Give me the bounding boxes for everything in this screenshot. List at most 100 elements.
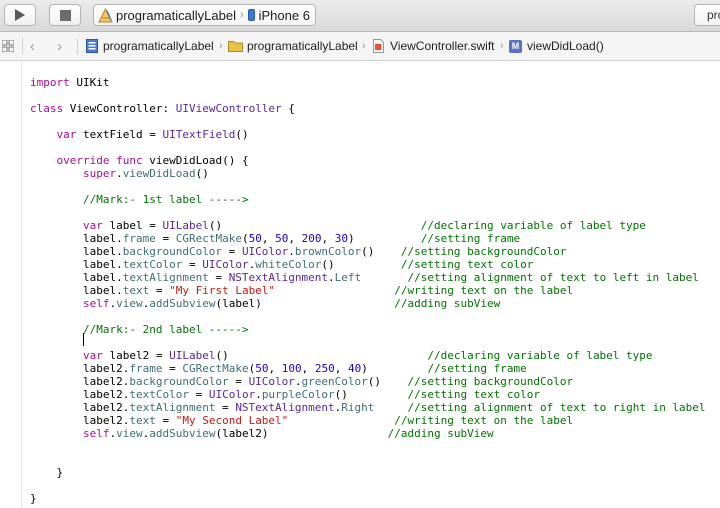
back-button[interactable]: ‹ bbox=[30, 32, 35, 60]
code-token: . bbox=[328, 271, 335, 284]
code-token: //setting text color bbox=[400, 258, 534, 271]
code-token: textField = bbox=[76, 128, 163, 141]
code-line: super.viewDidLoad() bbox=[30, 167, 706, 180]
code-token: , bbox=[288, 232, 302, 245]
code-token: , bbox=[321, 232, 335, 245]
code-token: () bbox=[208, 219, 421, 232]
breadcrumb-label: ViewController.swift bbox=[390, 39, 495, 53]
code-token: UIColor bbox=[241, 245, 289, 258]
divider bbox=[77, 38, 78, 54]
code-token: 30 bbox=[334, 232, 348, 245]
code-token: "My First Label" bbox=[169, 284, 276, 297]
breadcrumb-label: programaticallyLabel bbox=[103, 39, 214, 53]
run-button[interactable] bbox=[4, 4, 36, 26]
code-token: 250 bbox=[314, 362, 335, 375]
code-token: text bbox=[129, 414, 156, 427]
code-token: text bbox=[122, 284, 150, 297]
code-token: viewDidLoad bbox=[122, 167, 196, 180]
code-token: //declaring variable of label type bbox=[427, 349, 653, 362]
code-token: label. bbox=[30, 284, 123, 297]
play-icon bbox=[15, 9, 25, 21]
code-token: . bbox=[116, 167, 123, 180]
code-token: = bbox=[155, 414, 176, 427]
code-line: var textField = UITextField() bbox=[30, 128, 706, 141]
source-editor[interactable]: import UIKit class ViewController: UIVie… bbox=[0, 61, 720, 508]
code-token: } bbox=[30, 466, 64, 479]
breadcrumb-label: programaticallyLabel bbox=[247, 39, 358, 53]
code-token: //declaring variable of label type bbox=[420, 219, 646, 232]
code-token: //setting text color bbox=[407, 388, 540, 401]
code-token: UIKit bbox=[69, 76, 110, 89]
code-token: () bbox=[367, 375, 408, 388]
code-token: 50 bbox=[255, 362, 269, 375]
breadcrumb-project[interactable]: programaticallyLabel bbox=[86, 32, 214, 60]
code-token: () bbox=[361, 245, 401, 258]
forward-button[interactable]: › bbox=[57, 32, 62, 60]
code-line: label.textColor = UIColor.whiteColor() /… bbox=[30, 258, 706, 271]
stop-icon bbox=[60, 10, 71, 21]
code-token: ( bbox=[241, 232, 249, 245]
code-line: label2.textAlignment = NSTextAlignment.R… bbox=[30, 401, 706, 414]
code-token: textColor bbox=[129, 388, 189, 401]
breadcrumb-folder[interactable]: programaticallyLabel bbox=[228, 32, 358, 60]
code-token: textAlignment bbox=[129, 401, 216, 414]
code-token: label2. bbox=[30, 401, 130, 414]
code-token: = bbox=[155, 232, 176, 245]
code-line: label.backgroundColor = UIColor.brownCol… bbox=[30, 245, 706, 258]
code-token: label2. bbox=[30, 414, 130, 427]
code-token: Right bbox=[341, 401, 375, 414]
code-token: () bbox=[195, 167, 209, 180]
scheme-selector[interactable]: programaticallyLabel › iPhone 6 bbox=[93, 4, 316, 26]
stop-button[interactable] bbox=[49, 4, 81, 26]
code-token: textAlignment bbox=[122, 271, 209, 284]
code-token: func bbox=[116, 154, 143, 167]
code-token: () bbox=[321, 258, 401, 271]
code-token: //Mark:- 2nd label -----> bbox=[82, 323, 249, 336]
code-line: //Mark:- 2nd label -----> bbox=[30, 323, 706, 336]
device-name: iPhone 6 bbox=[258, 7, 310, 23]
code-token: UIColor bbox=[208, 388, 256, 401]
code-token: label2. bbox=[30, 388, 130, 401]
code-text[interactable]: import UIKit class ViewController: UIVie… bbox=[30, 76, 706, 505]
breadcrumb-file[interactable]: ViewController.swift bbox=[373, 32, 494, 60]
code-token: () bbox=[334, 388, 408, 401]
code-token: . bbox=[294, 375, 302, 388]
code-token: import bbox=[30, 76, 70, 89]
code-token: label2. bbox=[30, 375, 130, 388]
code-token: , bbox=[261, 232, 276, 245]
code-token: NSTextAlignment bbox=[235, 401, 335, 414]
code-token: label2 = bbox=[102, 349, 170, 362]
code-line: label2.textColor = UIColor.purpleColor()… bbox=[30, 388, 706, 401]
code-token: addSubview bbox=[149, 427, 216, 440]
code-token: 50 bbox=[275, 232, 289, 245]
code-token: //setting backgroundColor bbox=[407, 375, 574, 388]
code-line: class ViewController: UIViewController { bbox=[30, 102, 706, 115]
code-token: //Mark:- 1st label -----> bbox=[82, 193, 249, 206]
code-token: , bbox=[268, 362, 282, 375]
code-token: //setting alignment of text to right in … bbox=[407, 401, 706, 414]
code-token: , bbox=[301, 362, 315, 375]
code-token: . bbox=[288, 245, 295, 258]
code-token: () bbox=[215, 349, 428, 362]
code-token: viewDidLoad() { bbox=[142, 154, 249, 167]
code-token: } bbox=[30, 492, 37, 505]
folder-icon bbox=[228, 41, 243, 52]
breadcrumb-method[interactable]: M viewDidLoad() bbox=[509, 32, 604, 60]
code-token: ) bbox=[361, 362, 428, 375]
code-token: UILabel bbox=[169, 349, 216, 362]
code-line: label.frame = CGRectMake(50, 50, 200, 30… bbox=[30, 232, 706, 245]
status-text: pro bbox=[707, 8, 720, 22]
code-token: = bbox=[162, 362, 183, 375]
related-items-button[interactable] bbox=[2, 32, 18, 60]
